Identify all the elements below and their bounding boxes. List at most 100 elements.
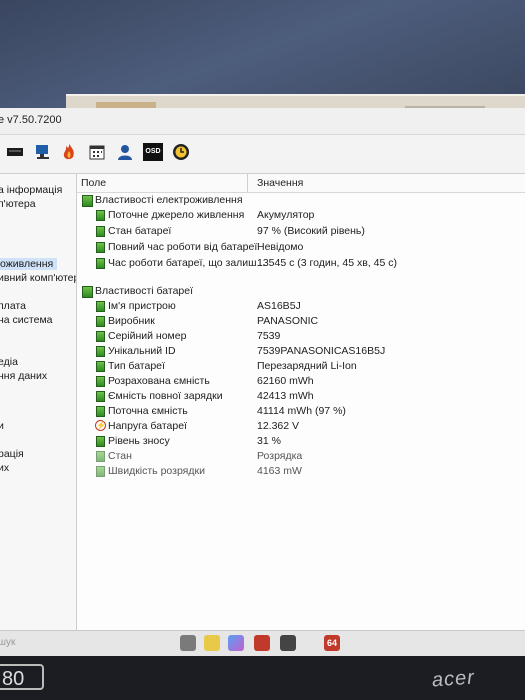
network-icon[interactable] [34,143,52,161]
table-row[interactable]: Швидкість розрядки 4163 mW [77,464,525,479]
nav-item[interactable]: плата [0,300,26,312]
table-row[interactable]: Повний час роботи від батареї Невідомо [77,240,525,255]
nav-item[interactable]: а інформація [0,184,62,196]
table-row[interactable]: Поточне джерело живлення Акумулятор [77,208,525,223]
aida-window: e v7.50.7200 OSD а інформація п'ютера ож… [0,108,525,630]
voltage-icon: ⚡ [95,420,106,431]
row-value: 42413 mWh [257,390,314,402]
row-value: PANASONIC [257,315,319,327]
section-header[interactable]: Властивості батареї [77,284,525,299]
row-label: Ємність повної зарядки [108,390,223,402]
battery-icon [96,210,105,221]
row-label: Розрахована ємність [108,375,210,387]
taskbar-search[interactable]: шук [0,637,15,648]
battery-icon [96,316,105,327]
copilot-icon[interactable] [228,635,244,651]
navigation-tree[interactable]: а інформація п'ютера оживлення ивний ком… [0,174,77,630]
row-value: 31 % [257,435,281,447]
table-row[interactable]: Виробник PANASONIC [77,314,525,329]
battery-icon [96,466,105,477]
row-value: 7539 [257,330,281,342]
battery-icon [96,436,105,447]
table-row[interactable]: Стан батареї 97 % (Високий рівень) [77,224,525,239]
column-value-header[interactable]: Значення [257,177,303,189]
row-value: 7539PANASONICAS16B5J [257,345,386,357]
row-label: Швидкість розрядки [108,465,205,477]
battery-icon [96,391,105,402]
flame-icon[interactable] [60,143,78,161]
nav-item[interactable]: их [0,462,9,474]
row-label: Тип батареї [108,360,165,372]
column-separator[interactable] [247,174,248,192]
table-row[interactable]: ⚡ Напруга батареї 12.362 V [77,419,525,434]
battery-icon [96,361,105,372]
row-value: 97 % (Високий рівень) [257,225,365,237]
nav-item[interactable]: ивний комп'ютер [0,272,76,284]
clock-icon[interactable] [172,143,190,161]
row-value: 62160 mWh [257,375,314,387]
row-label: Поточне джерело живлення [108,209,245,221]
row-label: Стан батареї [108,225,172,237]
nav-item[interactable]: п'ютера [0,198,36,210]
row-value: Перезарядний Li-Ion [257,360,357,372]
row-value: 4163 mW [257,465,302,477]
monitor-bezel: 80 acer [0,656,525,700]
row-value: Акумулятор [257,209,315,221]
table-row[interactable]: Унікальний ID 7539PANASONICAS16B5J [77,344,525,359]
toolbar: OSD [0,135,525,174]
aida-taskbar-icon[interactable] [254,635,270,651]
taskbar: шук 64 [0,630,525,657]
section-header[interactable]: Властивості електроживлення [77,193,525,208]
table-row[interactable]: Тип батареї Перезарядний Li-Ion [77,359,525,374]
row-label: Серійний номер [108,330,187,342]
column-field-header[interactable]: Поле [81,177,106,189]
nav-item[interactable]: и [0,420,4,432]
table-row[interactable]: Час роботи батареї, що залиш... 13545 с … [77,256,525,271]
table-row[interactable]: Ім'я пристрою AS16B5J [77,299,525,314]
nav-item[interactable]: рація [0,448,24,460]
window-title: e v7.50.7200 [0,114,62,126]
file-explorer-icon[interactable] [204,635,220,651]
brand-logo: acer [431,666,476,692]
row-label: Виробник [108,315,155,327]
user-icon[interactable] [116,143,134,161]
nav-item[interactable]: на система [0,314,53,326]
row-value: 13545 с (3 годин, 45 хв, 45 с) [257,257,397,269]
aida64-icon[interactable]: 64 [324,635,340,651]
app-taskbar-icon[interactable] [280,635,296,651]
table-row[interactable]: Серійний номер 7539 [77,329,525,344]
battery-icon [96,406,105,417]
row-label: Повний час роботи від батареї [108,241,258,253]
row-label: Напруга батареї [108,420,187,432]
report-icon[interactable] [6,143,24,161]
battery-icon [96,301,105,312]
table-row[interactable]: Рівень зносу 31 % [77,434,525,449]
table-row[interactable]: Ємність повної зарядки 42413 mWh [77,389,525,404]
title-bar[interactable]: e v7.50.7200 [0,108,525,135]
table-row[interactable]: Поточна ємність 41114 mWh (97 %) [77,404,525,419]
row-label: Рівень зносу [108,435,170,447]
row-label: Стан [108,450,132,462]
battery-icon [96,451,105,462]
row-value: 41114 mWh (97 %) [257,405,346,417]
row-value: AS16B5J [257,300,301,312]
battery-icon [96,226,105,237]
table-row[interactable]: Стан Розрядка [77,449,525,464]
section-title: Властивості електроживлення [95,194,243,206]
calendar-icon[interactable] [88,143,106,161]
details-pane: Поле Значення Властивості електроживленн… [77,174,525,630]
row-value: 12.362 V [257,420,300,432]
row-label: Час роботи батареї, що залиш... [108,257,266,269]
battery-icon [96,258,105,269]
row-label: Поточна ємність [108,405,188,417]
nav-item-power-selected[interactable]: оживлення [0,258,58,270]
row-label: Ім'я пристрою [108,300,176,312]
nav-item[interactable]: едіа [0,356,18,368]
battery-icon [96,376,105,387]
model-label: 80 [0,664,44,690]
row-label: Унікальний ID [108,345,176,357]
table-row[interactable]: Розрахована ємність 62160 mWh [77,374,525,389]
nav-item[interactable]: ння даних [0,370,47,382]
task-view-icon[interactable] [180,635,196,651]
osd-icon[interactable]: OSD [143,143,163,161]
